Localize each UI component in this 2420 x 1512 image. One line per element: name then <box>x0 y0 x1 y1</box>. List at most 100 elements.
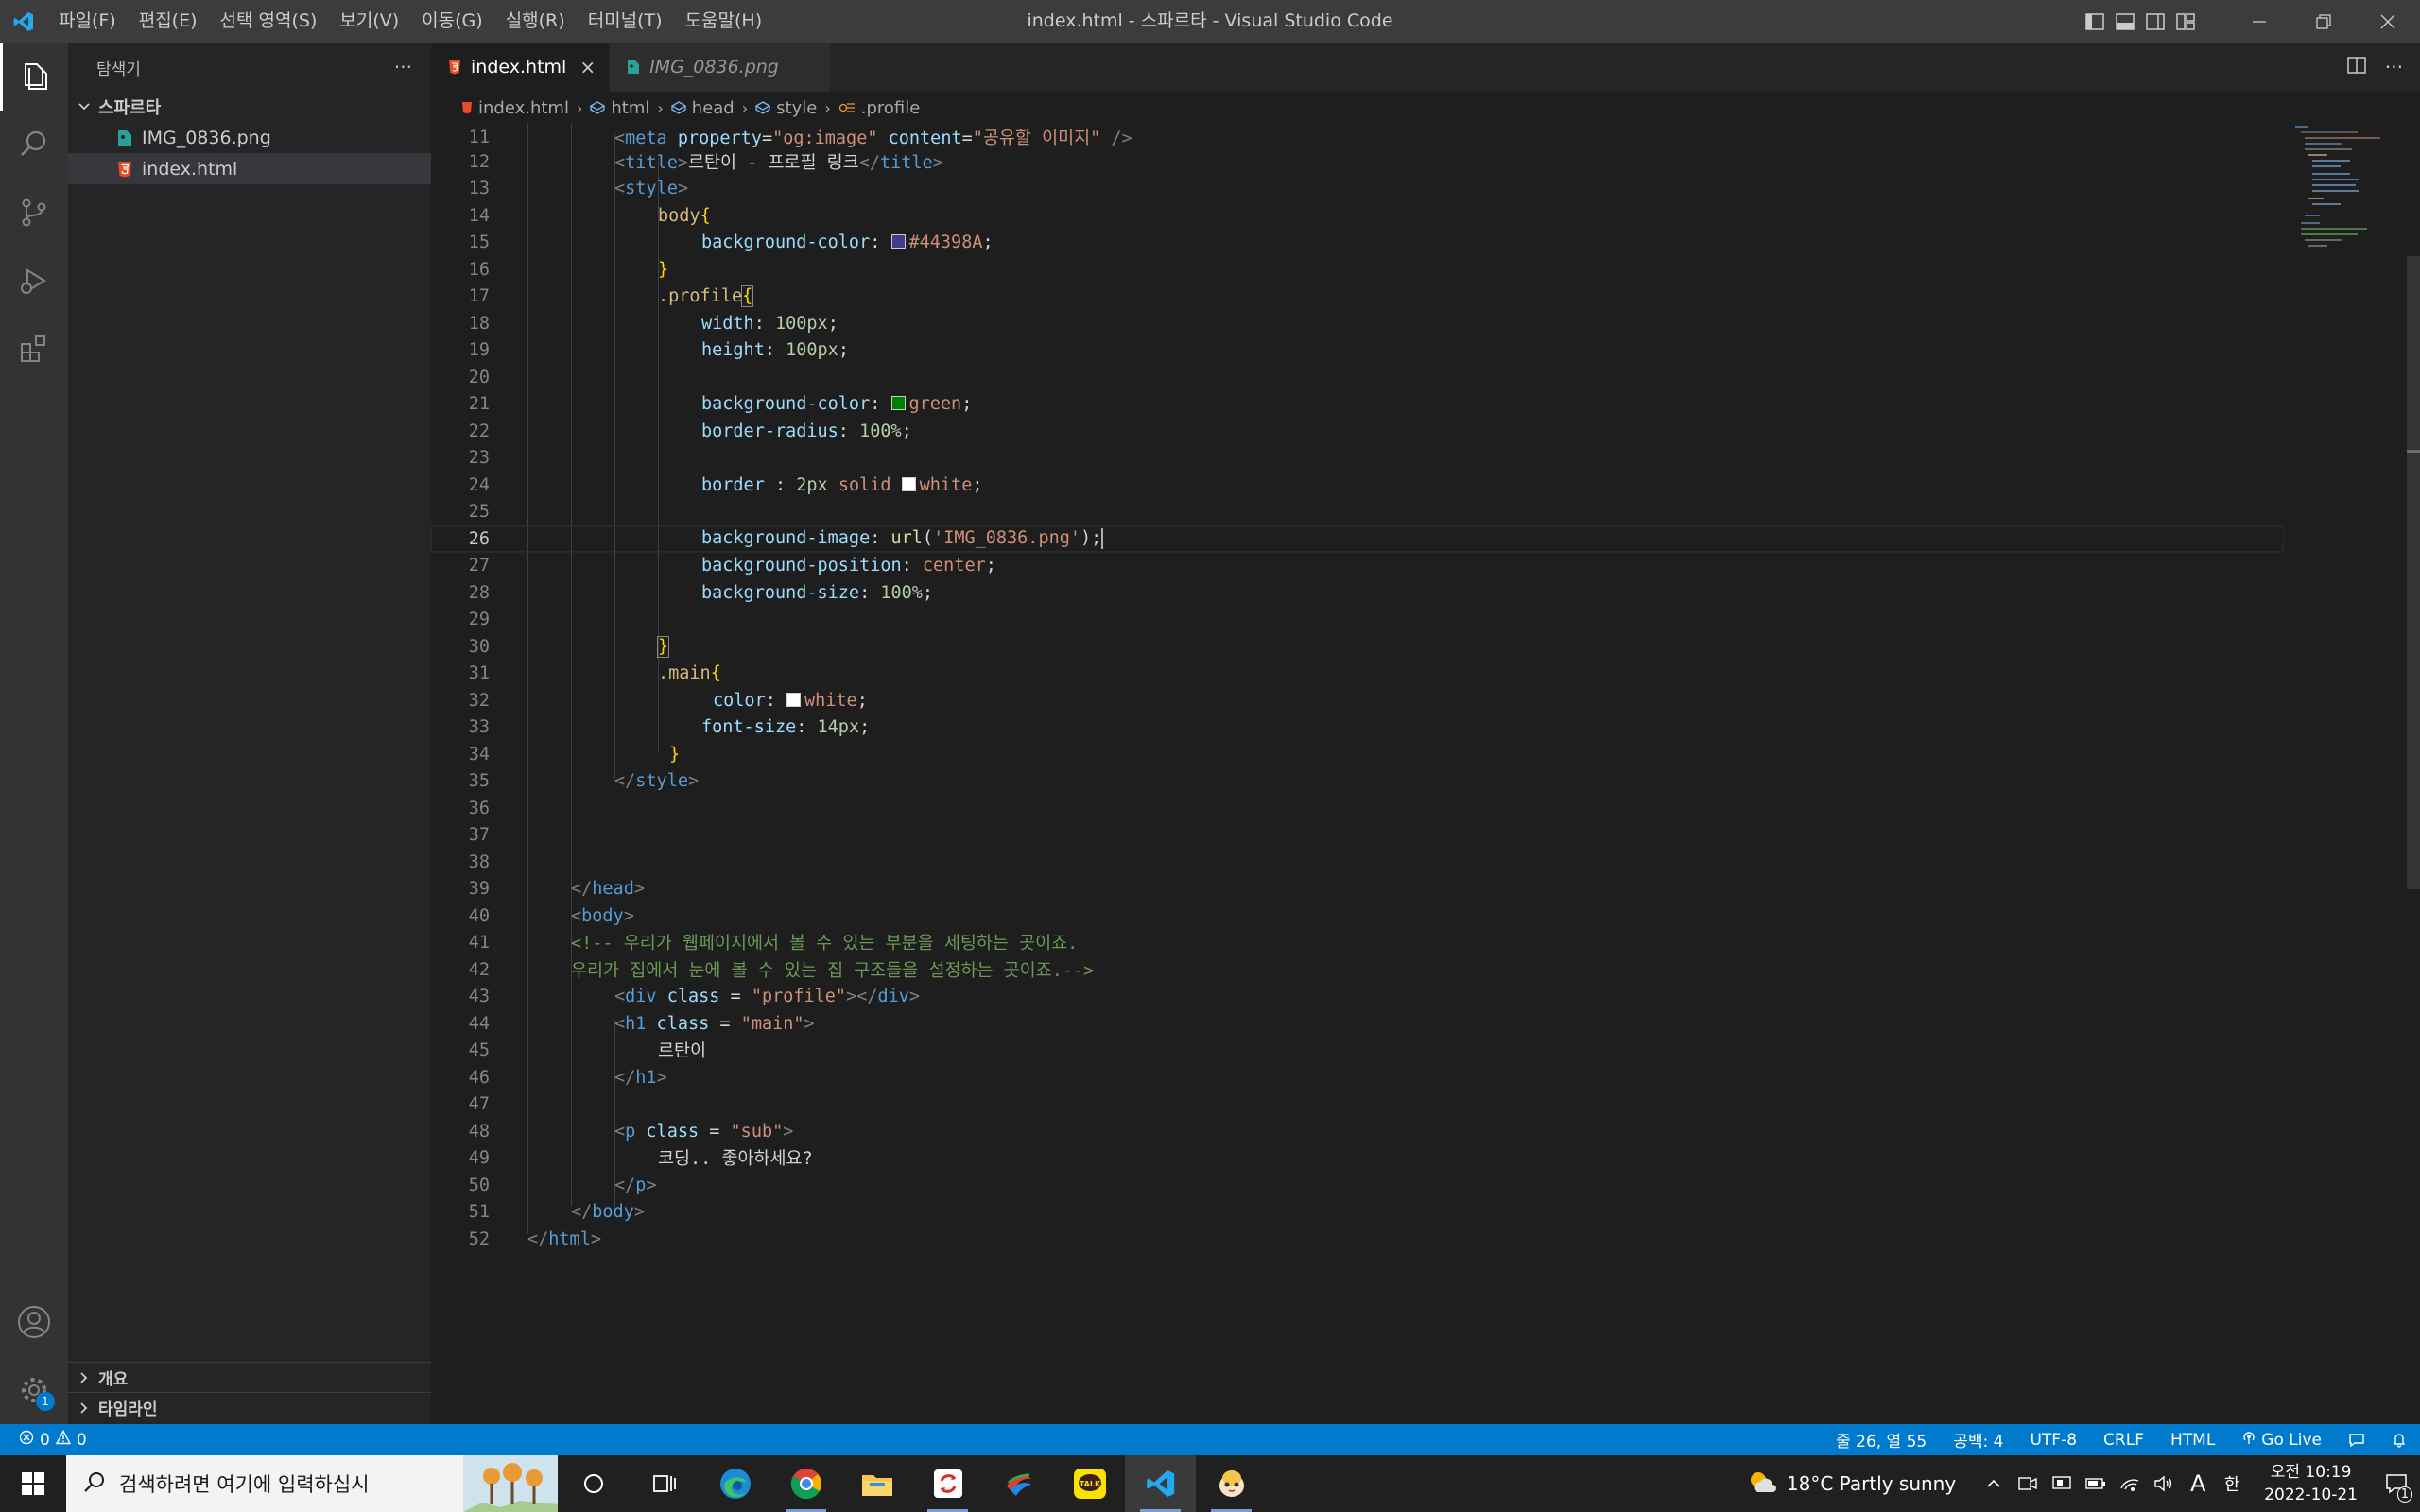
code-line: 52 </html> <box>431 1226 2284 1253</box>
color-swatch[interactable] <box>890 234 906 249</box>
close-tab-icon[interactable]: × <box>579 56 596 78</box>
kakaotalk-icon[interactable]: TALK <box>1054 1455 1125 1512</box>
encoding[interactable]: UTF-8 <box>2016 1431 2090 1450</box>
line-ending[interactable]: CRLF <box>2090 1431 2157 1450</box>
ime-mode[interactable]: A <box>2181 1455 2215 1512</box>
file-name: index.html <box>142 158 238 180</box>
search-icon[interactable] <box>0 111 68 179</box>
restore-icon[interactable] <box>2291 0 2356 43</box>
menu-file[interactable]: 파일(F) <box>47 0 128 43</box>
code-line: 28 background-size: 100%; <box>431 579 2284 607</box>
toggle-secondary-sidebar-icon[interactable] <box>2140 0 2170 43</box>
vscode-taskbar-icon[interactable] <box>1125 1455 1196 1512</box>
code-line: 45 르탄이 <box>431 1037 2284 1064</box>
sync-app-icon[interactable] <box>912 1455 983 1512</box>
breadcrumb-head[interactable]: head <box>670 98 735 118</box>
menu-help[interactable]: 도움말(H) <box>674 0 774 43</box>
chevron-right-icon: › <box>824 98 831 117</box>
source-control-icon[interactable] <box>0 179 68 247</box>
breadcrumb-style[interactable]: style <box>755 98 817 118</box>
vscode-logo-icon <box>0 0 47 43</box>
line-number: 36 <box>468 798 490 818</box>
volume-icon[interactable] <box>2147 1455 2181 1512</box>
minimap[interactable] <box>2295 124 2409 256</box>
color-swatch[interactable] <box>901 477 916 492</box>
cursor-position[interactable]: 줄 26, 열 55 <box>1823 1428 1940 1452</box>
battery-icon[interactable] <box>2079 1455 2113 1512</box>
error-count: 0 <box>40 1430 50 1450</box>
toggle-panel-icon[interactable] <box>2110 0 2140 43</box>
line-number: 33 <box>468 716 490 737</box>
element-icon <box>670 101 686 114</box>
account-icon[interactable] <box>0 1288 68 1356</box>
edge-icon[interactable] <box>700 1455 770 1512</box>
tab-label: index.html <box>471 57 567 77</box>
indentation[interactable]: 공백: 4 <box>1940 1428 2016 1452</box>
cortana-icon[interactable] <box>558 1455 629 1512</box>
code-editor[interactable]: 11 <meta property="og:image" content="공유할… <box>431 124 2420 1424</box>
git-app-icon[interactable] <box>983 1455 1054 1512</box>
ime-language[interactable]: 한 <box>2215 1455 2249 1512</box>
file-item-img[interactable]: IMG_0836.png <box>68 122 431 153</box>
clock[interactable]: 오전 10:19 2022-10-21 <box>2249 1461 2373 1506</box>
more-actions-icon[interactable]: ··· <box>394 56 412 78</box>
code-line: 17 .profile{ <box>431 283 2284 310</box>
outline-section[interactable]: 개요 <box>68 1362 431 1392</box>
split-editor-icon[interactable] <box>2347 57 2366 77</box>
toggle-sidebar-icon[interactable] <box>2080 0 2110 43</box>
breadcrumb-profile[interactable]: .profile <box>838 98 920 118</box>
display-icon[interactable] <box>2045 1455 2079 1512</box>
menu-selection[interactable]: 선택 영역(S) <box>209 0 329 43</box>
html-file-icon <box>448 60 461 75</box>
feedback-icon[interactable] <box>2335 1433 2378 1448</box>
close-window-icon[interactable] <box>2356 0 2420 43</box>
tab-img[interactable]: IMG_0836.png <box>610 43 831 92</box>
code-line: 24 border : 2px solid white; <box>431 472 2284 499</box>
explorer-icon[interactable] <box>0 43 68 111</box>
notifications-bell-icon[interactable] <box>2378 1433 2420 1448</box>
image-file-icon <box>117 129 132 146</box>
line-number: 24 <box>468 474 490 495</box>
wifi-icon[interactable] <box>2113 1455 2147 1512</box>
chevron-up-icon[interactable] <box>1977 1455 2011 1512</box>
chrome-icon[interactable] <box>770 1455 841 1512</box>
breadcrumb-html[interactable]: html <box>590 98 649 118</box>
vertical-scrollbar[interactable] <box>2407 256 2420 889</box>
go-live-button[interactable]: Go Live <box>2228 1430 2335 1450</box>
extensions-icon[interactable] <box>0 315 68 383</box>
menu-edit[interactable]: 편집(E) <box>128 0 209 43</box>
code-line: 30} <box>431 633 2284 661</box>
menu-run[interactable]: 실행(R) <box>494 0 577 43</box>
folder-spartan[interactable]: 스파르타 <box>68 92 431 122</box>
action-center-icon[interactable]: 1 <box>2373 1455 2420 1512</box>
line-number: 11 <box>468 127 490 147</box>
system-tray: 18°C Partly sunny A 한 오전 10:19 2022-10-2… <box>1726 1455 2420 1512</box>
breadcrumb-label: style <box>776 97 818 118</box>
mascot-app-icon[interactable] <box>1196 1455 1267 1512</box>
color-swatch[interactable] <box>890 396 906 411</box>
taskbar-search[interactable]: 검색하려면 여기에 입력하십시 <box>66 1455 558 1512</box>
settings-gear-icon[interactable]: 1 <box>0 1356 68 1424</box>
weather-widget[interactable]: 18°C Partly sunny <box>1726 1469 1977 1500</box>
line-number: 25 <box>468 501 490 522</box>
run-debug-icon[interactable] <box>0 247 68 315</box>
task-view-icon[interactable] <box>629 1455 700 1512</box>
line-number: 46 <box>468 1067 490 1088</box>
problems-indicator[interactable]: 0 0 <box>0 1430 87 1450</box>
tab-index-html[interactable]: index.html × <box>431 43 611 92</box>
breadcrumb-file[interactable]: index.html <box>461 98 569 118</box>
menu-go[interactable]: 이동(G) <box>410 0 494 43</box>
customize-layout-icon[interactable] <box>2170 0 2201 43</box>
windows-start-icon[interactable] <box>0 1455 66 1512</box>
file-item-index[interactable]: index.html <box>68 153 431 184</box>
color-swatch[interactable] <box>786 693 801 708</box>
line-number: 47 <box>468 1093 490 1114</box>
language-mode[interactable]: HTML <box>2157 1431 2228 1450</box>
timeline-section[interactable]: 타임라인 <box>68 1392 431 1422</box>
menu-terminal[interactable]: 터미널(T) <box>577 0 674 43</box>
file-explorer-icon[interactable] <box>841 1455 912 1512</box>
minimize-icon[interactable] <box>2227 0 2291 43</box>
menu-view[interactable]: 보기(V) <box>328 0 410 43</box>
meet-now-icon[interactable] <box>2011 1455 2045 1512</box>
more-actions-icon[interactable]: ··· <box>2385 56 2403 78</box>
